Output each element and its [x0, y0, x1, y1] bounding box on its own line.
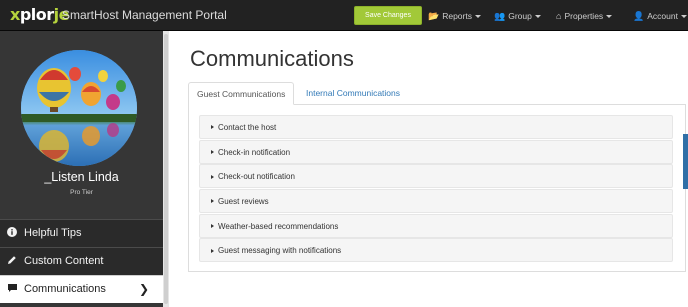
info-icon — [6, 220, 18, 247]
accordion-item-weather[interactable]: Weather-based recommendations — [199, 213, 673, 238]
sidebar-item-communications[interactable]: Communications ❯ — [0, 275, 163, 303]
sidebar-item-label: Communications — [24, 283, 106, 295]
sidebar-scrollbar[interactable] — [163, 31, 169, 307]
reports-label: Reports — [442, 11, 472, 21]
sidebar-item-helpful-tips[interactable]: Helpful Tips — [0, 219, 163, 247]
properties-label: Properties — [564, 11, 604, 21]
caret-right-icon — [211, 150, 214, 155]
portal-title: SmartHost Management Portal — [62, 8, 227, 22]
folder-open-icon: 📂 — [428, 11, 440, 21]
accordion-item-guest-reviews[interactable]: Guest reviews — [199, 189, 673, 214]
users-icon: 👥 — [494, 11, 506, 21]
properties-menu[interactable]: ⌂ Properties — [556, 9, 613, 23]
side-feedback-tab[interactable] — [683, 134, 688, 189]
scrollbar-thumb[interactable] — [164, 34, 168, 304]
tab-internal-communications[interactable]: Internal Communications — [298, 82, 408, 104]
sidebar-item-custom-content[interactable]: Custom Content — [0, 247, 163, 275]
user-tier: Pro Tier — [70, 189, 93, 196]
caret-right-icon — [211, 199, 214, 204]
sidebar: _Listen Linda Pro Tier Helpful Tips Cust… — [0, 31, 163, 307]
caret-right-icon — [211, 125, 214, 130]
account-label: Account — [647, 11, 678, 21]
caret-right-icon — [211, 224, 214, 229]
accordion-item-contact-host[interactable]: Contact the host — [199, 115, 673, 139]
account-menu[interactable]: 👤 Account — [633, 9, 687, 23]
caret-down-icon — [680, 15, 687, 19]
caret-right-icon — [211, 248, 214, 253]
reports-menu[interactable]: 📂 Reports — [428, 9, 481, 23]
save-changes-button[interactable]: Save Changes — [354, 6, 422, 25]
xplorie-logo[interactable]: xplorje — [10, 5, 70, 25]
accordion-item-check-out[interactable]: Check-out notification — [199, 164, 673, 189]
accordion-item-check-in[interactable]: Check-in notification — [199, 139, 673, 164]
pencil-icon — [6, 248, 18, 275]
accordion-item-guest-messaging[interactable]: Guest messaging with notifications — [199, 238, 673, 263]
group-label: Group — [508, 11, 532, 21]
sidebar-menu: Helpful Tips Custom Content Communicatio… — [0, 219, 163, 303]
comment-icon — [6, 276, 18, 303]
communications-tabs: Guest Communications Internal Communicat… — [188, 82, 686, 105]
user-name: _Listen Linda — [44, 170, 119, 184]
home-icon: ⌂ — [556, 11, 562, 21]
avatar — [21, 50, 137, 166]
caret-down-icon — [606, 15, 613, 19]
top-navbar: xplorje SmartHost Management Portal Save… — [0, 0, 688, 31]
group-menu[interactable]: 👥 Group — [494, 9, 541, 23]
caret-down-icon — [534, 15, 541, 19]
user-icon: 👤 — [633, 11, 645, 21]
guest-communications-accordion: Contact the host Check-in notification C… — [199, 115, 673, 263]
caret-down-icon — [474, 15, 481, 19]
sidebar-item-label: Helpful Tips — [24, 227, 82, 239]
chevron-right-icon: ❯ — [138, 282, 149, 296]
sidebar-item-label: Custom Content — [24, 255, 104, 267]
page-title: Communications — [190, 46, 354, 71]
hot-air-balloons-photo — [21, 50, 137, 166]
tab-guest-communications[interactable]: Guest Communications — [188, 82, 295, 105]
caret-right-icon — [211, 174, 214, 179]
